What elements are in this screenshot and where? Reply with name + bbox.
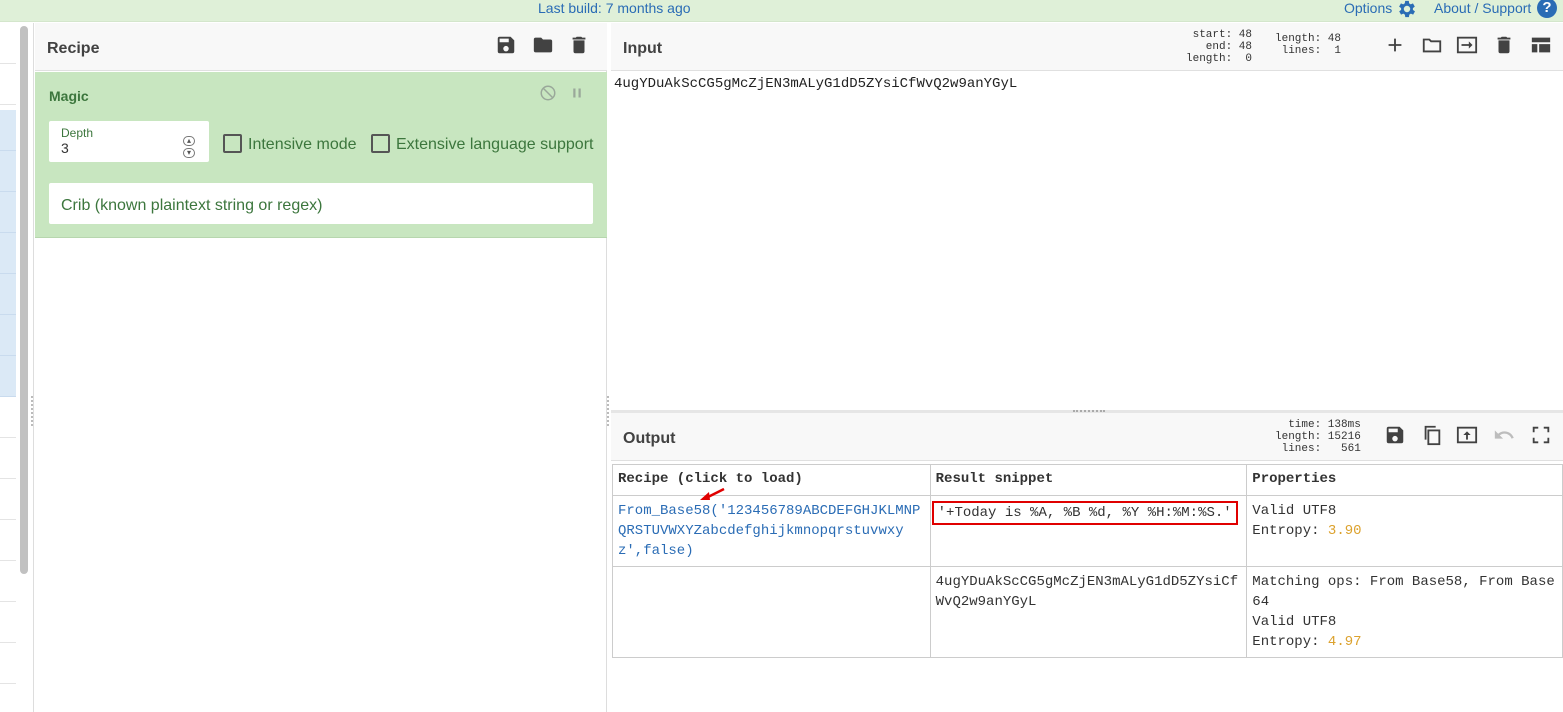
entropy-value: 4.97 bbox=[1327, 634, 1362, 650]
operations-scrollbar[interactable] bbox=[20, 26, 28, 574]
list-item[interactable] bbox=[0, 356, 16, 397]
entropy-label: Entropy: bbox=[1252, 634, 1328, 650]
list-item[interactable] bbox=[0, 23, 16, 64]
list-item[interactable] bbox=[0, 315, 16, 356]
list-item[interactable] bbox=[0, 110, 16, 151]
help-icon[interactable]: ? bbox=[1537, 0, 1557, 18]
trash-icon[interactable] bbox=[568, 34, 590, 56]
input-panel: Input start: 48 end: 48 length: 0 length… bbox=[611, 23, 1563, 410]
magic-operation: Magic Depth 3 ▴ ▾ Intensive mode Extensi… bbox=[35, 72, 607, 238]
about-support-link[interactable]: About / Support bbox=[1434, 0, 1531, 17]
copy-icon[interactable] bbox=[1421, 424, 1443, 446]
table-row: From_Base58('123456789ABCDEFGHJKLMNPQRST… bbox=[612, 495, 1563, 567]
depth-input[interactable]: 3 bbox=[61, 140, 69, 156]
clear-input-icon[interactable] bbox=[1493, 34, 1515, 56]
resize-gutter[interactable] bbox=[607, 396, 609, 426]
undo-icon[interactable] bbox=[1493, 424, 1515, 446]
output-title: Output bbox=[623, 430, 676, 447]
list-item[interactable] bbox=[0, 438, 16, 479]
replace-input-icon[interactable] bbox=[1456, 424, 1478, 446]
column-header: Result snippet bbox=[929, 464, 1248, 496]
folder-icon[interactable] bbox=[532, 34, 554, 56]
output-header: Output time: 138ms length: 15216 lines: … bbox=[611, 413, 1563, 461]
list-item[interactable] bbox=[0, 151, 16, 192]
column-header: Recipe (click to load) bbox=[612, 464, 931, 496]
snippet-cell: '+Today is %A, %B %d, %Y %H:%M:%S.' bbox=[929, 495, 1248, 567]
entropy-line: Entropy: 3.90 bbox=[1252, 521, 1557, 541]
list-item[interactable] bbox=[0, 520, 16, 561]
load-recipe-link[interactable]: From_Base58('123456789ABCDEFGHJKLMNPQRST… bbox=[618, 503, 920, 559]
input-textarea[interactable]: 4ugYDuAkScCG5gMcZjEN3mALyG1dD5ZYsiCfWvQ2… bbox=[614, 76, 1017, 92]
top-banner: Last build: 7 months ago Options About /… bbox=[0, 0, 1563, 22]
output-panel: Output time: 138ms length: 15216 lines: … bbox=[611, 413, 1563, 712]
add-tab-icon[interactable] bbox=[1384, 34, 1406, 56]
output-stats: time: 138ms length: 15216 lines: 561 bbox=[1275, 419, 1361, 455]
decrement-icon[interactable]: ▾ bbox=[183, 148, 195, 158]
open-folder-icon[interactable] bbox=[1421, 34, 1443, 56]
result-snippet: '+Today is %A, %B %d, %Y %H:%M:%S.' bbox=[931, 501, 1238, 525]
extensive-language-label: Extensive language support bbox=[396, 136, 594, 153]
table-row: 4ugYDuAkScCG5gMcZjEN3mALyG1dD5ZYsiCfWvQ2… bbox=[612, 566, 1563, 658]
input-header: Input start: 48 end: 48 length: 0 length… bbox=[611, 23, 1563, 71]
property-line: Matching ops: From Base58, From Base64 bbox=[1252, 574, 1555, 610]
save-icon[interactable] bbox=[495, 34, 517, 56]
recipe-title: Recipe bbox=[47, 40, 100, 57]
depth-field[interactable]: Depth 3 ▴ ▾ bbox=[49, 121, 209, 162]
input-title: Input bbox=[623, 40, 663, 57]
entropy-label: Entropy: bbox=[1252, 523, 1328, 539]
list-item[interactable] bbox=[0, 274, 16, 315]
entropy-value: 3.90 bbox=[1327, 523, 1362, 539]
list-item[interactable] bbox=[0, 64, 16, 105]
annotation-arrow-icon bbox=[700, 487, 725, 500]
last-build-text: Last build: 7 months ago bbox=[538, 0, 691, 16]
intensive-mode-checkbox[interactable] bbox=[223, 134, 242, 153]
magic-results-table: Recipe (click to load) Result snippet Pr… bbox=[612, 464, 1563, 658]
open-file-icon[interactable] bbox=[1456, 34, 1478, 56]
list-item[interactable] bbox=[0, 479, 16, 520]
result-snippet: 4ugYDuAkScCG5gMcZjEN3mALyG1dD5ZYsiCfWvQ2… bbox=[935, 574, 1239, 610]
layout-icon[interactable] bbox=[1530, 34, 1552, 56]
property-line: Valid UTF8 bbox=[1252, 503, 1337, 519]
table-header-row: Recipe (click to load) Result snippet Pr… bbox=[612, 464, 1563, 496]
crib-placeholder: Crib (known plaintext string or regex) bbox=[61, 197, 323, 214]
extensive-language-checkbox[interactable] bbox=[371, 134, 390, 153]
entropy-line: Entropy: 4.97 bbox=[1252, 632, 1557, 652]
list-item[interactable] bbox=[0, 602, 16, 643]
options-link[interactable]: Options bbox=[1344, 0, 1392, 17]
list-item[interactable] bbox=[0, 561, 16, 602]
input-selection-stats: start: 48 end: 48 length: 0 bbox=[1186, 29, 1253, 65]
list-item[interactable] bbox=[0, 643, 16, 684]
list-item[interactable] bbox=[0, 397, 16, 438]
recipe-cell bbox=[612, 566, 931, 658]
increment-icon[interactable]: ▴ bbox=[183, 136, 195, 146]
column-header: Properties bbox=[1246, 464, 1563, 496]
recipe-header: Recipe bbox=[35, 23, 607, 71]
list-item[interactable] bbox=[0, 192, 16, 233]
depth-label: Depth bbox=[61, 126, 94, 140]
operations-list bbox=[0, 23, 34, 712]
intensive-mode-label: Intensive mode bbox=[248, 136, 357, 153]
properties-cell: Valid UTF8 Entropy: 3.90 bbox=[1246, 495, 1563, 567]
maximise-icon[interactable] bbox=[1530, 424, 1552, 446]
properties-cell: Matching ops: From Base58, From Base64 V… bbox=[1246, 566, 1563, 658]
recipe-cell: From_Base58('123456789ABCDEFGHJKLMNPQRST… bbox=[612, 495, 931, 567]
recipe-panel: Recipe Magic Depth 3 ▴ ▾ Intensive mode bbox=[35, 23, 607, 712]
disable-icon[interactable] bbox=[539, 84, 557, 102]
list-item[interactable] bbox=[0, 233, 16, 274]
property-line: Valid UTF8 bbox=[1252, 614, 1337, 630]
operation-title: Magic bbox=[49, 88, 89, 104]
save-output-icon[interactable] bbox=[1384, 424, 1406, 446]
gear-icon[interactable] bbox=[1396, 0, 1418, 20]
input-length-stats: length: 48 lines: 1 bbox=[1275, 33, 1342, 57]
pause-icon[interactable] bbox=[568, 84, 586, 102]
resize-gutter[interactable] bbox=[31, 396, 33, 426]
crib-input[interactable]: Crib (known plaintext string or regex) bbox=[49, 183, 593, 224]
snippet-cell: 4ugYDuAkScCG5gMcZjEN3mALyG1dD5ZYsiCfWvQ2… bbox=[929, 566, 1248, 658]
